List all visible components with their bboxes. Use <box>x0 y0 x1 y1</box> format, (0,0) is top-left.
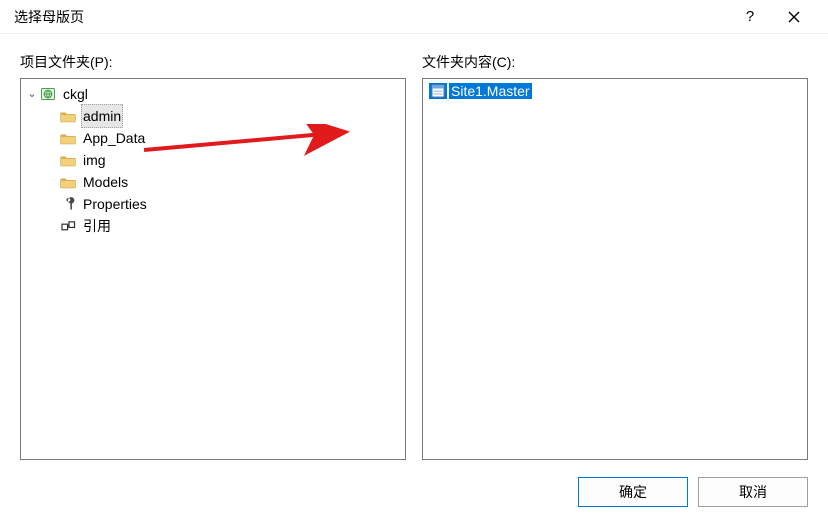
titlebar: 选择母版页 ? <box>0 0 828 34</box>
wrench-icon <box>59 196 77 212</box>
expand-caret-icon[interactable]: ⌄ <box>25 83 39 105</box>
folder-contents-panel[interactable]: Site1.Master <box>422 78 808 460</box>
folder-icon <box>59 152 77 168</box>
tree-node-label: App_Data <box>83 130 145 146</box>
close-button[interactable] <box>772 0 816 34</box>
tree-node-label: Models <box>83 174 128 190</box>
dialog-buttons: 确定 取消 <box>578 477 808 507</box>
tree-node-label: Properties <box>83 196 147 212</box>
dialog-content: 项目文件夹(P): ⌄ <box>0 34 828 521</box>
help-button[interactable]: ? <box>728 0 772 34</box>
close-icon <box>788 11 800 23</box>
file-item-master[interactable]: Site1.Master <box>425 81 805 101</box>
ok-button-label: 确定 <box>619 482 647 502</box>
project-folders-tree[interactable]: ⌄ ckgl <box>23 81 403 237</box>
tree-node-references[interactable]: 引用 <box>57 215 403 237</box>
project-folders-label: 项目文件夹(P): <box>20 52 406 72</box>
file-item-label: Site1.Master <box>449 83 532 99</box>
left-column: 项目文件夹(P): ⌄ <box>20 52 406 460</box>
folder-icon <box>59 130 77 146</box>
references-icon <box>59 218 77 234</box>
tree-node-appdata[interactable]: App_Data <box>57 127 403 149</box>
tree-node-root[interactable]: ⌄ ckgl <box>23 83 403 105</box>
tree-node-label: admin <box>83 108 121 124</box>
tree-node-admin[interactable]: admin <box>57 105 403 127</box>
project-icon <box>39 86 57 102</box>
right-column: 文件夹内容(C): Site1.Master <box>422 52 808 460</box>
master-page-icon <box>429 83 447 99</box>
folder-icon <box>59 174 77 190</box>
tree-node-label: img <box>83 152 106 168</box>
ok-button[interactable]: 确定 <box>578 477 688 507</box>
folder-contents-label: 文件夹内容(C): <box>422 52 808 72</box>
tree-node-label: ckgl <box>63 86 88 102</box>
tree-node-models[interactable]: Models <box>57 171 403 193</box>
tree-node-img[interactable]: img <box>57 149 403 171</box>
tree-node-label: 引用 <box>83 218 111 234</box>
folder-icon <box>59 108 77 124</box>
tree-node-properties[interactable]: Properties <box>57 193 403 215</box>
dialog-title: 选择母版页 <box>14 7 728 27</box>
cancel-button[interactable]: 取消 <box>698 477 808 507</box>
cancel-button-label: 取消 <box>739 482 767 502</box>
project-folders-tree-panel[interactable]: ⌄ ckgl <box>20 78 406 460</box>
